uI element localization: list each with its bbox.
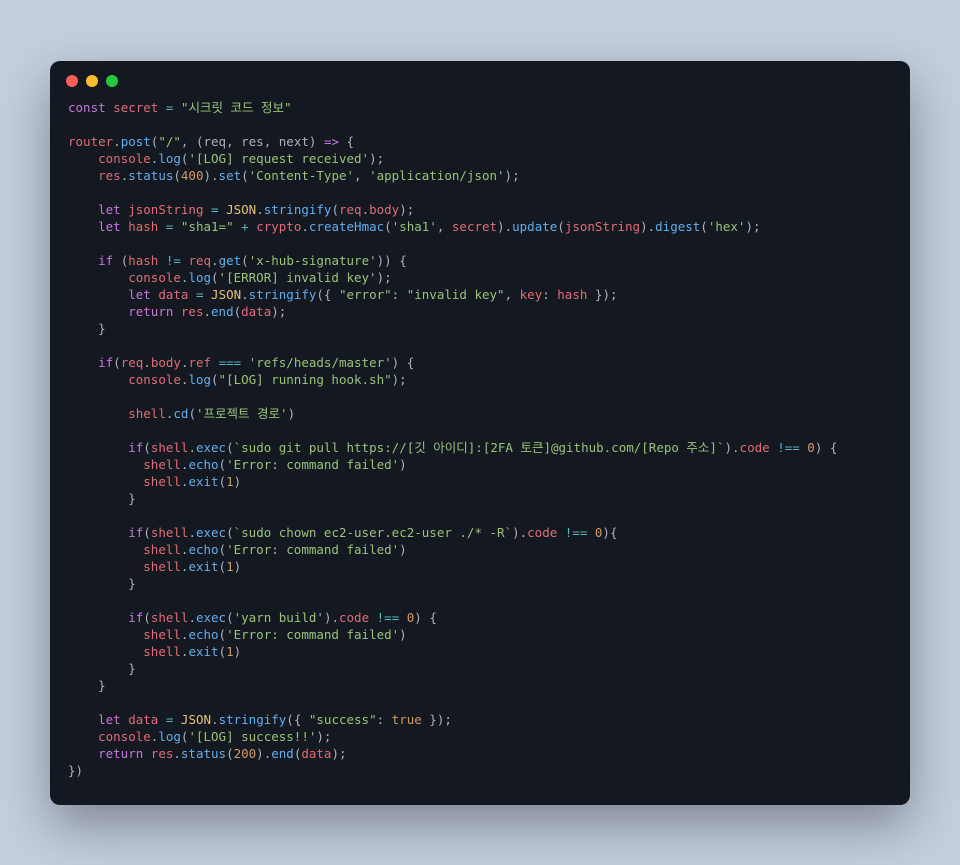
method-post: post <box>121 134 151 149</box>
string-project-path: '프로젝트 경로' <box>196 406 288 421</box>
string-x-hub: 'x-hub-signature' <box>249 253 377 268</box>
number-400: 400 <box>181 168 204 183</box>
var-secret: secret <box>113 100 158 115</box>
var-router: router <box>68 134 113 149</box>
close-icon[interactable] <box>66 75 78 87</box>
number-200: 200 <box>234 746 257 761</box>
code-window: const secret = "시크릿 코드 정보" router.post("… <box>50 61 910 805</box>
code-block: const secret = "시크릿 코드 정보" router.post("… <box>50 95 910 787</box>
string-git-pull: `sudo git pull https://[깃 아이디]:[2FA 토큰]@… <box>234 440 725 455</box>
string-log-request: '[LOG] request received' <box>188 151 369 166</box>
string-yarn-build: 'yarn build' <box>234 610 324 625</box>
string-chown: `sudo chown ec2-user.ec2-user ./* -R` <box>234 525 512 540</box>
keyword-const: const <box>68 100 106 115</box>
minimize-icon[interactable] <box>86 75 98 87</box>
string-log-hook: "[LOG] running hook.sh" <box>219 372 392 387</box>
maximize-icon[interactable] <box>106 75 118 87</box>
string-log-error: '[ERROR] invalid key' <box>219 270 377 285</box>
string-log-success: '[LOG] success!!' <box>188 729 316 744</box>
window-titlebar <box>50 61 910 95</box>
string-secret: "시크릿 코드 정보" <box>181 100 292 115</box>
string-route: "/" <box>158 134 181 149</box>
string-refs-master: 'refs/heads/master' <box>249 355 392 370</box>
